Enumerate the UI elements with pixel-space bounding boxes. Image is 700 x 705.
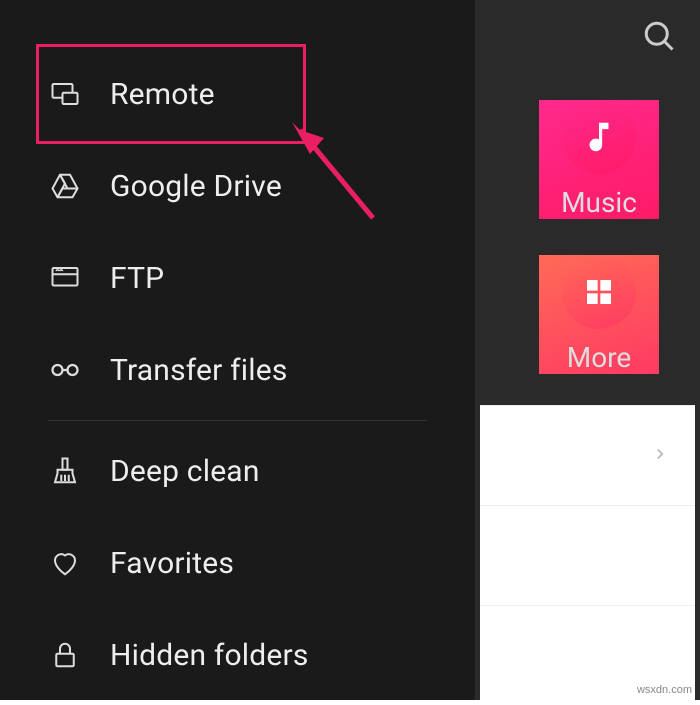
sidebar-item-google-drive[interactable]: Google Drive bbox=[0, 140, 475, 232]
google-drive-icon bbox=[48, 169, 82, 203]
app-frame: Music More Remote bbox=[0, 0, 700, 700]
list-area bbox=[480, 405, 695, 700]
watermark: wsxdn.com bbox=[637, 684, 692, 696]
sidebar-item-label: Remote bbox=[110, 77, 215, 112]
chevron-right-icon bbox=[651, 445, 669, 467]
sidebar-item-remote[interactable]: Remote bbox=[0, 48, 475, 140]
list-row[interactable] bbox=[480, 405, 695, 505]
sidebar-item-label: Favorites bbox=[110, 546, 234, 581]
sidebar-item-transfer-files[interactable]: Transfer files bbox=[0, 324, 475, 416]
sidebar: Remote Google Drive FTP Transfer files bbox=[0, 0, 475, 700]
lock-icon bbox=[48, 638, 82, 672]
heart-icon bbox=[48, 546, 82, 580]
sidebar-item-deep-clean[interactable]: Deep clean bbox=[0, 425, 475, 517]
category-music-label: Music bbox=[561, 186, 637, 219]
ftp-icon bbox=[48, 261, 82, 295]
grid-icon bbox=[562, 255, 636, 329]
sidebar-item-label: Deep clean bbox=[110, 454, 260, 489]
music-icon bbox=[562, 100, 636, 174]
sidebar-item-hidden-folders[interactable]: Hidden folders bbox=[0, 609, 475, 701]
sidebar-item-label: Transfer files bbox=[110, 353, 288, 388]
transfer-icon bbox=[48, 353, 82, 387]
category-music[interactable]: Music bbox=[539, 100, 659, 219]
list-row[interactable] bbox=[480, 505, 695, 605]
sidebar-item-label: Hidden folders bbox=[110, 638, 309, 673]
search-button[interactable] bbox=[641, 18, 677, 58]
divider bbox=[48, 420, 427, 421]
broom-icon bbox=[48, 454, 82, 488]
sidebar-item-favorites[interactable]: Favorites bbox=[0, 517, 475, 609]
category-more-label: More bbox=[567, 341, 632, 374]
right-panel: Music More bbox=[475, 0, 695, 700]
sidebar-item-label: FTP bbox=[110, 261, 164, 296]
sidebar-item-ftp[interactable]: FTP bbox=[0, 232, 475, 324]
category-more[interactable]: More bbox=[539, 255, 659, 374]
sidebar-item-label: Google Drive bbox=[110, 169, 282, 204]
remote-icon bbox=[48, 77, 82, 111]
